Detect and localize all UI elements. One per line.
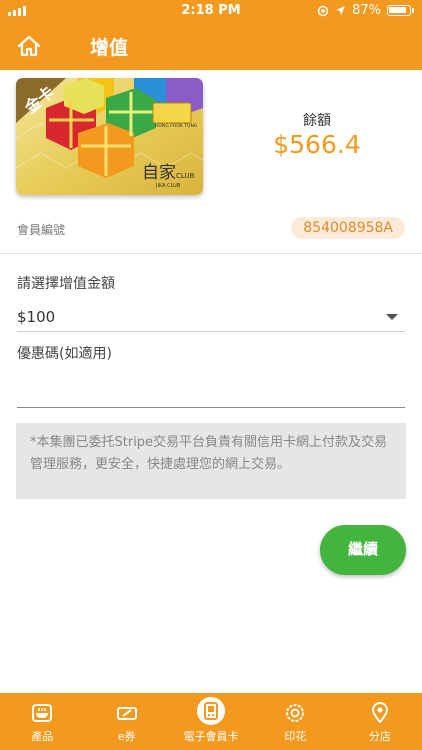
tab-ecoupon[interactable]: e券 xyxy=(84,693,168,750)
bowl-icon xyxy=(32,704,53,722)
qr-card-icon xyxy=(197,697,226,725)
card-brand-cn: 自家 xyxy=(142,163,176,183)
page-title: 增值 xyxy=(90,37,129,59)
tab-products[interactable]: 產品 xyxy=(0,693,84,750)
ticket-icon xyxy=(116,707,137,720)
member-id-value: 854008958A xyxy=(291,217,405,239)
card-logo: HONG FOOK TONG xyxy=(155,123,198,129)
bottom-tab-bar: 產品 e券 電子會員卡 印花 分店 xyxy=(0,693,422,750)
section-divider xyxy=(0,253,422,254)
continue-button[interactable]: 繼續 xyxy=(320,525,406,575)
orientation-lock-icon xyxy=(317,5,329,16)
tab-branches[interactable]: 分店 xyxy=(338,693,422,750)
location-pin-icon xyxy=(371,702,388,724)
card-brand-en: CLUB xyxy=(176,172,195,180)
promo-code-label: 優惠碼(如適用) xyxy=(17,346,112,362)
amount-selected-value: $100 xyxy=(17,308,56,326)
battery-icon xyxy=(387,5,411,16)
member-card-image: 金卡 HONG FOOK TONG 自家 CLUB JIKA CLUB xyxy=(16,78,203,195)
amount-select-label: 請選擇增值金額 xyxy=(17,276,115,292)
home-icon[interactable] xyxy=(16,33,42,59)
promo-code-input[interactable] xyxy=(17,370,405,408)
card-brand-sub: JIKA CLUB xyxy=(155,183,181,189)
nav-bar: 增值 xyxy=(0,22,422,70)
member-id-label: 會員編號 xyxy=(17,223,66,237)
balance-label: 餘額 xyxy=(303,113,331,129)
topup-screen: 2:18 PM 87% 增值 金卡 HONG FOOK TONG 自家 CLUB… xyxy=(0,0,422,750)
location-arrow-icon xyxy=(336,6,346,15)
payment-notice: *本集團已委托Stripe交易平台負責有關信用卡網上付款及交易管理服務，更安全，… xyxy=(16,423,406,499)
amount-select[interactable]: $100 xyxy=(17,302,405,332)
battery-percent: 87% xyxy=(352,3,381,18)
stamp-icon xyxy=(286,704,305,722)
balance-value: $566.4 xyxy=(273,130,361,159)
status-bar: 2:18 PM 87% xyxy=(0,0,422,22)
tab-stamps[interactable]: 印花 xyxy=(253,693,337,750)
dropdown-arrow-icon xyxy=(386,314,398,320)
tab-member-card[interactable]: 電子會員卡 xyxy=(169,693,253,750)
